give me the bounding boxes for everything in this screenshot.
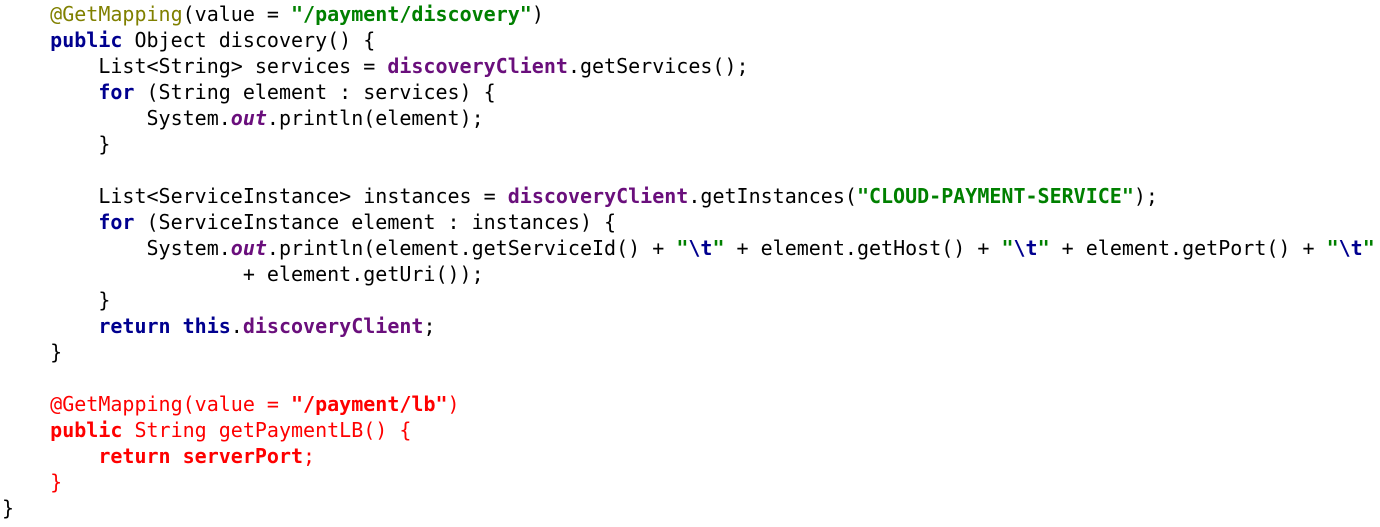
code-token-plain: .println(element.getServiceId() + bbox=[266, 236, 677, 260]
code-line[interactable] bbox=[0, 365, 1380, 391]
code-line[interactable] bbox=[0, 157, 1380, 183]
code-token-string: " bbox=[676, 236, 689, 260]
code-token-red-bold: "/payment/lb" bbox=[291, 392, 448, 416]
code-token-red bbox=[171, 444, 183, 468]
code-line[interactable]: @GetMapping(value = "/payment/discovery"… bbox=[0, 1, 1380, 27]
code-token-keyword: for bbox=[98, 80, 135, 104]
code-line[interactable]: @GetMapping(value = "/payment/lb") bbox=[0, 391, 1380, 417]
code-token-red: @GetMapping(value = bbox=[50, 392, 291, 416]
code-token-string: " bbox=[1362, 236, 1375, 260]
code-line[interactable]: return serverPort; bbox=[0, 443, 1380, 469]
code-token-plain: .getServices(); bbox=[567, 54, 749, 78]
code-line-list: @GetMapping(value = "/payment/discovery"… bbox=[0, 1, 1380, 521]
code-line[interactable]: } bbox=[0, 287, 1380, 313]
code-token-field: discoveryClient bbox=[387, 54, 568, 78]
code-line[interactable]: System.out.println(element.getServiceId(… bbox=[0, 235, 1380, 261]
code-token-static_field: out bbox=[230, 106, 267, 130]
code-token-string: " bbox=[1001, 236, 1014, 260]
code-token-plain: ) bbox=[531, 2, 544, 26]
code-token-keyword: this bbox=[182, 314, 231, 338]
code-line[interactable]: } bbox=[0, 131, 1380, 157]
code-token-red-bold: serverPort bbox=[182, 444, 304, 468]
code-token-string: " bbox=[1037, 236, 1050, 260]
code-token-red: ) bbox=[447, 392, 460, 416]
code-token-plain: + element.getUri()); bbox=[2, 262, 484, 286]
code-line[interactable]: for (String element : services) { bbox=[0, 79, 1380, 105]
code-token-red: ; bbox=[303, 444, 316, 468]
code-token-plain: .println(element); bbox=[266, 106, 484, 130]
code-token-plain: (String element : services) { bbox=[134, 80, 496, 104]
code-token-plain: .getInstances( bbox=[688, 184, 857, 208]
code-token-keyword: for bbox=[98, 210, 135, 234]
code-editor[interactable]: @GetMapping(value = "/payment/discovery"… bbox=[0, 1, 1380, 527]
code-token-red: String getPaymentLB() { bbox=[122, 418, 412, 442]
code-token-plain: (value = bbox=[182, 2, 291, 26]
code-token-plain: . bbox=[230, 314, 243, 338]
code-token-escape: \t bbox=[1338, 236, 1363, 260]
code-token-string: "/payment/discovery" bbox=[291, 2, 532, 26]
code-token-plain: } bbox=[2, 340, 63, 364]
code-token-plain: System. bbox=[2, 236, 231, 260]
code-line[interactable]: List<String> services = discoveryClient.… bbox=[0, 53, 1380, 79]
code-token-plain: } bbox=[2, 132, 111, 156]
code-token-plain: (ServiceInstance element : instances) { bbox=[134, 210, 617, 234]
code-token-static_field: out bbox=[230, 236, 267, 260]
code-token-plain: System. bbox=[2, 106, 231, 130]
code-token-red-bold: public bbox=[50, 418, 123, 442]
code-token-keyword: public bbox=[50, 28, 123, 52]
code-line[interactable]: } bbox=[0, 469, 1380, 495]
code-line[interactable]: for (ServiceInstance element : instances… bbox=[0, 209, 1380, 235]
code-token-plain: List<ServiceInstance> instances = bbox=[2, 184, 508, 208]
code-line[interactable]: public String getPaymentLB() { bbox=[0, 417, 1380, 443]
code-token-string: "CLOUD-PAYMENT-SERVICE" bbox=[856, 184, 1134, 208]
code-token-field: discoveryClient bbox=[507, 184, 689, 208]
code-token-plain: List<String> services = bbox=[2, 54, 388, 78]
code-token-string: " bbox=[712, 236, 725, 260]
code-token-plain: ); bbox=[1133, 184, 1158, 208]
code-token-red: } bbox=[50, 470, 63, 494]
code-line[interactable]: System.out.println(element); bbox=[0, 105, 1380, 131]
code-token-plain: } bbox=[2, 288, 111, 312]
code-token-string: " bbox=[1326, 236, 1339, 260]
code-token-plain: ; bbox=[423, 314, 436, 338]
code-line[interactable]: public Object discovery() { bbox=[0, 27, 1380, 53]
code-line[interactable]: + element.getUri()); bbox=[0, 261, 1380, 287]
code-line[interactable]: return this.discoveryClient; bbox=[0, 313, 1380, 339]
code-token-annotation: @GetMapping bbox=[50, 2, 183, 26]
code-line[interactable]: } bbox=[0, 495, 1380, 521]
code-token-escape: \t bbox=[1013, 236, 1038, 260]
code-line[interactable]: } bbox=[0, 339, 1380, 365]
code-token-keyword: return bbox=[98, 314, 171, 338]
code-token-red-bold: return bbox=[98, 444, 171, 468]
code-token-plain: + element.getHost() + bbox=[724, 236, 1002, 260]
code-token-plain: } bbox=[2, 496, 15, 520]
code-token-field: discoveryClient bbox=[242, 314, 424, 338]
code-token-plain: Object discovery() { bbox=[122, 28, 376, 52]
code-token-escape: \t bbox=[688, 236, 713, 260]
code-line[interactable]: List<ServiceInstance> instances = discov… bbox=[0, 183, 1380, 209]
code-token-plain: + element.getPort() + bbox=[1049, 236, 1327, 260]
